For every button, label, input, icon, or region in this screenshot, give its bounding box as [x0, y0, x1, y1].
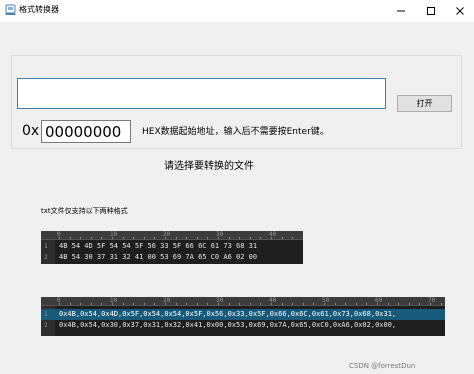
- ruler-tick: [302, 303, 304, 305]
- window-title: 格式转换器: [19, 5, 59, 14]
- app-window: 格式转换器 打开 0x HEX数据起始地址，输入后不需要按Enter键。 请选择…: [0, 0, 474, 374]
- hex-address-hint: HEX数据起始地址，输入后不需要按Enter键。: [142, 127, 329, 137]
- ruler-tick: [345, 303, 347, 305]
- line-text: 4B 54 4D 5F 54 54 5F 56 33 5F 66 6C 61 7…: [59, 242, 258, 250]
- ruler-tick: [355, 303, 357, 305]
- hex-address-input[interactable]: [41, 120, 131, 143]
- ruler-tick: [80, 237, 82, 239]
- ruler-tick: [122, 237, 124, 239]
- maximize-icon: [427, 7, 435, 15]
- maximize-button[interactable]: [416, 0, 446, 22]
- ruler-tick: [292, 303, 294, 305]
- ruler-tick: [59, 237, 60, 239]
- line-text: 4B 54 30 37 31 32 41 00 53 69 7A 65 C0 A…: [59, 253, 258, 261]
- format-note: txt文件仅支持以下两种格式: [41, 207, 128, 215]
- select-file-prompt: 请选择要转换的文件: [164, 161, 254, 172]
- ruler-tick: [112, 303, 113, 305]
- ruler-tick: [398, 303, 400, 305]
- ruler-tick: [249, 237, 251, 239]
- ruler-tick: [281, 303, 283, 305]
- editor-line: 2 4B 54 30 37 31 32 41 00 53 69 7A 65 C0…: [41, 252, 303, 263]
- close-icon: [456, 7, 464, 15]
- ruler-tick: [122, 303, 124, 305]
- ruler-tick: [186, 303, 188, 305]
- minimize-icon: [397, 10, 405, 12]
- ruler-tick: [175, 237, 177, 239]
- ruler-tick: [228, 237, 230, 239]
- ruler-tick: [69, 303, 71, 305]
- ruler-tick: [313, 303, 315, 305]
- app-icon: [5, 4, 16, 15]
- ruler-tick: [430, 303, 431, 305]
- ruler-tick: [175, 303, 177, 305]
- ruler-tick: [80, 303, 82, 305]
- column-ruler: 01020304050607080: [41, 231, 303, 240]
- ruler-tick: [133, 237, 135, 239]
- editor-line-selected: 1 0x4B,0x54,0x4D,0x5F,0x54,0x54,0x5F,0x5…: [41, 309, 445, 320]
- minimize-button[interactable]: [386, 0, 416, 22]
- ruler-tick: [218, 303, 219, 305]
- ruler-tick: [366, 303, 368, 305]
- file-path-input[interactable]: [17, 78, 386, 109]
- ruler-tick: [228, 303, 230, 305]
- ruler-tick: [271, 237, 272, 239]
- ruler-tick: [112, 237, 113, 239]
- column-ruler: 01020304050607080: [41, 297, 445, 306]
- ruler-tick: [249, 303, 251, 305]
- ruler-tick: [324, 303, 325, 305]
- sample-editor-space-format: 01020304050607080 1 4B 54 4D 5F 54 54 5F…: [41, 231, 303, 264]
- line-number: 1: [44, 311, 48, 318]
- ruler-tick: [59, 303, 60, 305]
- ruler-tick: [239, 303, 241, 305]
- ruler-tick: [154, 303, 156, 305]
- ruler-tick: [440, 303, 442, 305]
- line-number: 2: [44, 254, 48, 261]
- line-text: 0x4B,0x54,0x30,0x37,0x31,0x32,0x41,0x00,…: [59, 321, 397, 329]
- ruler-tick: [196, 237, 198, 239]
- line-text: 0x4B,0x54,0x4D,0x5F,0x54,0x54,0x5F,0x56,…: [59, 310, 397, 318]
- ruler-tick: [419, 303, 421, 305]
- ruler-tick: [260, 303, 262, 305]
- line-number: 1: [44, 243, 48, 250]
- ruler-tick: [69, 237, 71, 239]
- ruler-tick: [165, 237, 166, 239]
- ruler-tick: [196, 303, 198, 305]
- ruler-tick: [186, 237, 188, 239]
- ruler-tick: [143, 303, 145, 305]
- ruler-tick: [207, 237, 209, 239]
- editor-line: 2 0x4B,0x54,0x30,0x37,0x31,0x32,0x41,0x0…: [41, 320, 445, 331]
- open-file-button[interactable]: 打开: [397, 95, 452, 112]
- watermark: CSDN @forrestDun: [349, 362, 416, 370]
- ruler-tick: [218, 237, 219, 239]
- ruler-tick: [90, 237, 92, 239]
- ruler-tick: [281, 237, 283, 239]
- ruler-tick: [133, 303, 135, 305]
- ruler-tick: [154, 237, 156, 239]
- sample-editor-comma-format: 01020304050607080 1 0x4B,0x54,0x4D,0x5F,…: [41, 297, 445, 336]
- ruler-tick: [260, 237, 262, 239]
- line-number: 2: [44, 322, 48, 329]
- editor-line: 1 4B 54 4D 5F 54 54 5F 56 33 5F 66 6C 61…: [41, 241, 303, 252]
- ruler-tick: [292, 237, 294, 239]
- ruler-tick: [101, 303, 103, 305]
- ruler-tick: [387, 303, 389, 305]
- ruler-tick: [377, 303, 378, 305]
- ruler-tick: [239, 237, 241, 239]
- ruler-tick: [271, 303, 272, 305]
- ruler-tick: [143, 237, 145, 239]
- ruler-tick: [90, 303, 92, 305]
- ruler-tick: [334, 303, 336, 305]
- hex-prefix-label: 0x: [22, 123, 40, 139]
- ruler-tick: [101, 237, 103, 239]
- ruler-tick: [207, 303, 209, 305]
- ruler-tick: [408, 303, 410, 305]
- close-button[interactable]: [446, 0, 474, 22]
- title-bar: 格式转换器: [0, 0, 474, 22]
- ruler-tick: [165, 303, 166, 305]
